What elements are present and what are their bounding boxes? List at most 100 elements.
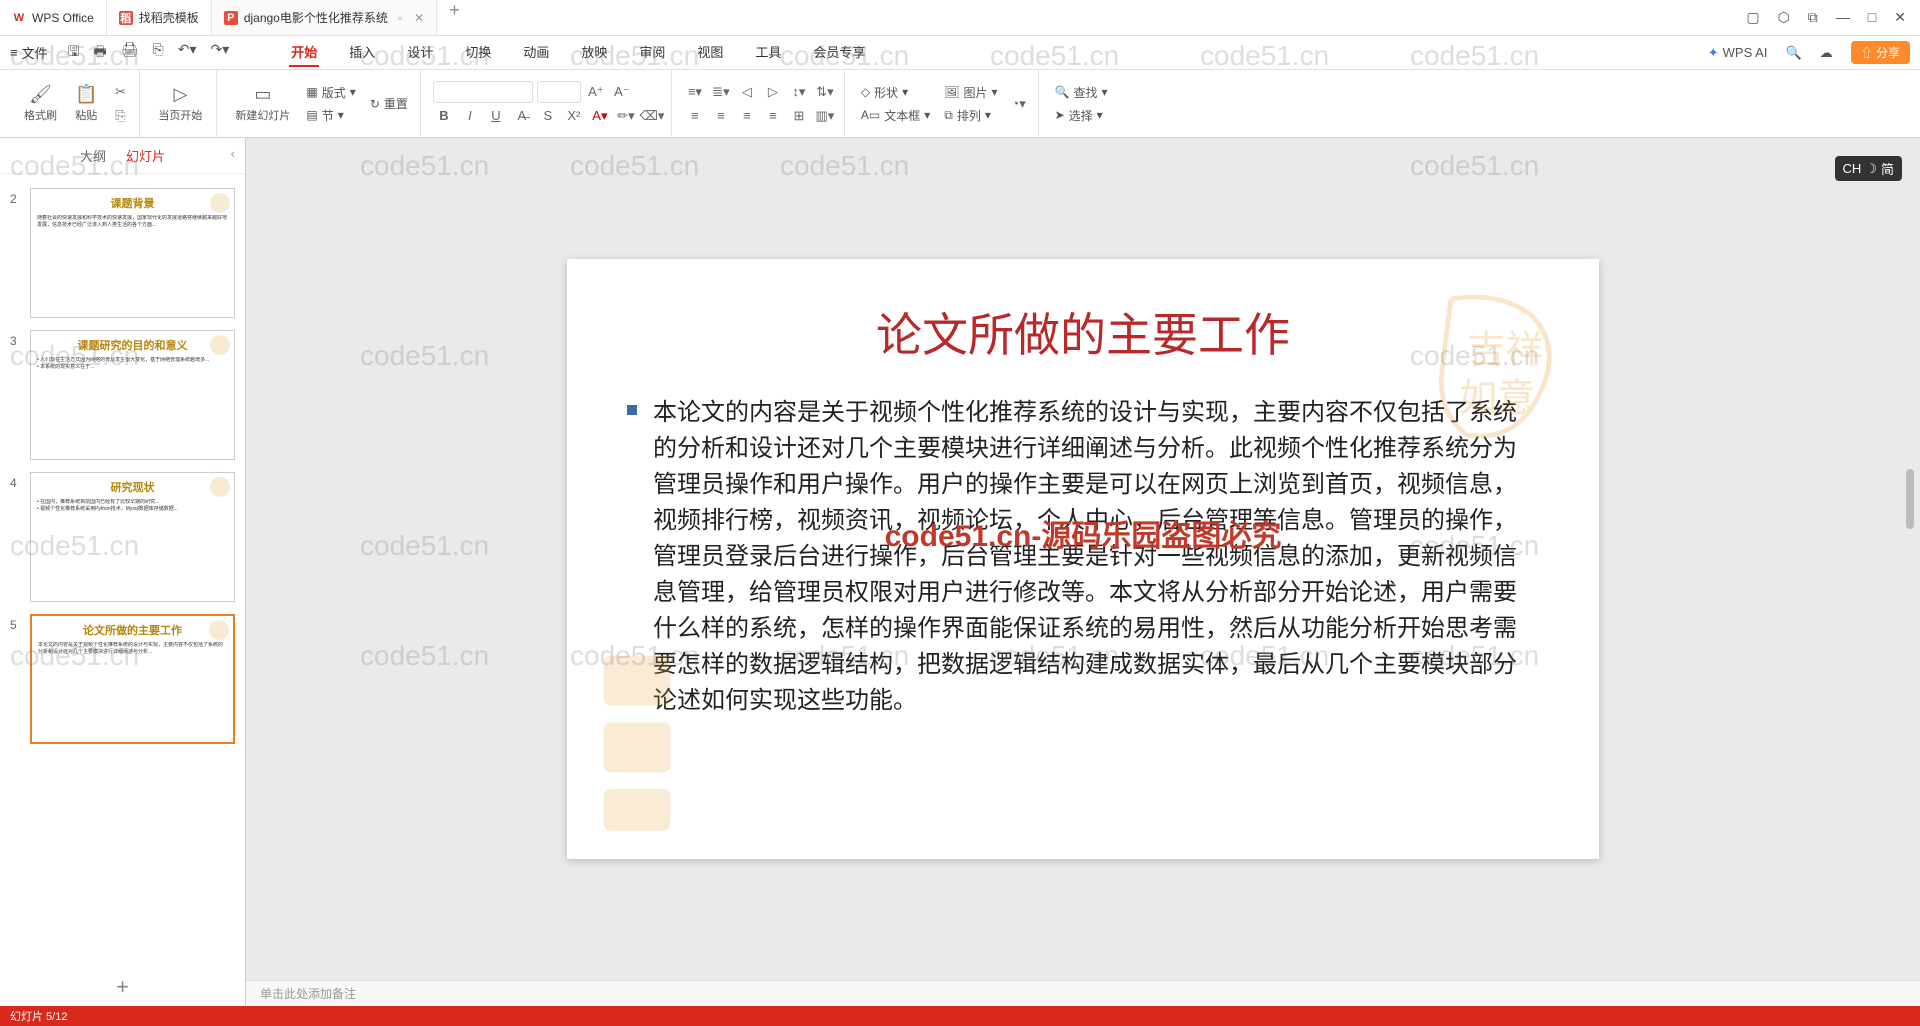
italic-icon[interactable]: I: [459, 105, 481, 127]
align-center-icon[interactable]: ≡: [710, 105, 732, 127]
paste-button[interactable]: 📋粘贴: [69, 80, 103, 127]
print-icon[interactable]: 🖨: [121, 41, 139, 65]
grow-font-icon[interactable]: A⁺: [585, 81, 607, 103]
thumb-list[interactable]: 2 课题背景 随着社会的快速发展和科学技术的快速发展，国家现代化的发展道路将继续…: [0, 174, 245, 968]
thumb-slide[interactable]: 课题研究的目的和意义 • 人们现在生活方式因为网络的普及发生很大变化，基于网络管…: [30, 330, 235, 460]
add-slide-button[interactable]: +: [0, 968, 245, 1006]
slide-title[interactable]: 论文所做的主要工作: [627, 299, 1539, 365]
window-minimize[interactable]: —: [1836, 9, 1850, 26]
superscript-icon[interactable]: X²: [563, 105, 585, 127]
notes-bar[interactable]: 单击此处添加备注: [246, 980, 1920, 1006]
tab-view[interactable]: 视图: [695, 38, 725, 67]
thumb-item[interactable]: 2 课题背景 随着社会的快速发展和科学技术的快速发展，国家现代化的发展道路将继续…: [0, 182, 245, 324]
bold-icon[interactable]: B: [433, 105, 455, 127]
outline-tab[interactable]: 大纲: [80, 146, 106, 165]
clear-format-icon[interactable]: ⌫▾: [641, 105, 663, 127]
slide-canvas[interactable]: 吉祥如意 论文所做的主要工作 本论文的内容是关于视频个性化推荐系统的设计与实现，…: [567, 259, 1599, 859]
font-family-select[interactable]: [433, 81, 533, 103]
slide-body[interactable]: 本论文的内容是关于视频个性化推荐系统的设计与实现，主要内容不仅包括了系统的分析和…: [627, 395, 1539, 719]
window-cube-icon[interactable]: ⬡: [1778, 9, 1790, 26]
window-close[interactable]: ✕: [1894, 9, 1906, 26]
play-from-current-button[interactable]: ▷当页开始: [152, 80, 208, 127]
app-tab-document[interactable]: P django电影个性化推荐系统 ▫ ✕: [212, 0, 437, 35]
tab-review[interactable]: 审阅: [637, 38, 667, 67]
copy-icon[interactable]: ⎘: [109, 105, 131, 127]
app-tab-template[interactable]: 稻 找稻壳模板: [107, 0, 212, 35]
thumb-item[interactable]: 4 研究现状 • 在国内，推荐系统目前国内已经有了比较早期的研究...• 视频个…: [0, 466, 245, 608]
canvas-area[interactable]: 吉祥如意 论文所做的主要工作 本论文的内容是关于视频个性化推荐系统的设计与实现，…: [246, 138, 1920, 980]
bullets-icon[interactable]: ≡▾: [684, 81, 706, 103]
preview-icon[interactable]: ⎘: [153, 41, 164, 65]
tab-transition[interactable]: 切换: [463, 38, 493, 67]
select-button[interactable]: ➤选择▾: [1051, 105, 1112, 126]
reset-button[interactable]: ↻重置: [366, 93, 412, 114]
app-tab-wps[interactable]: W WPS Office: [0, 0, 107, 35]
fill-icon[interactable]: ◔▾: [1008, 93, 1030, 115]
textbox-button[interactable]: A▭文本框▾: [857, 105, 934, 126]
cloud-sync-icon[interactable]: ☁: [1820, 45, 1833, 61]
indent-decrease-icon[interactable]: ◁: [736, 81, 758, 103]
scrollbar-thumb[interactable]: [1906, 469, 1914, 529]
thumb-item[interactable]: 3 课题研究的目的和意义 • 人们现在生活方式因为网络的普及发生很大变化，基于网…: [0, 324, 245, 466]
add-tab-button[interactable]: +: [437, 0, 472, 35]
text-direction-icon[interactable]: ⇅▾: [814, 81, 836, 103]
share-button[interactable]: ⇧ 分享: [1851, 41, 1910, 64]
font-size-select[interactable]: [537, 81, 581, 103]
font-color-icon[interactable]: A▾: [589, 105, 611, 127]
cut-icon[interactable]: ✂: [109, 81, 131, 103]
highlight-icon[interactable]: ✏▾: [615, 105, 637, 127]
picture-button[interactable]: 🖼图片▾: [940, 82, 1001, 103]
thumb-slide-selected[interactable]: 论文所做的主要工作 本论文的内容是关于视频个性化推荐系统的设计与实现，主要内容不…: [30, 614, 235, 744]
align-left-icon[interactable]: ≡: [684, 105, 706, 127]
strikethrough-icon[interactable]: A̶: [511, 105, 533, 127]
tab-member[interactable]: 会员专享: [811, 38, 867, 67]
decoration-icon: [208, 333, 232, 357]
strike-icon[interactable]: S: [537, 105, 559, 127]
decoration-icon: [207, 618, 231, 642]
editor-area: 吉祥如意 论文所做的主要工作 本论文的内容是关于视频个性化推荐系统的设计与实现，…: [246, 138, 1920, 1006]
tab-insert[interactable]: 插入: [347, 38, 377, 67]
undo-icon[interactable]: ↶▾: [178, 41, 197, 65]
numbering-icon[interactable]: ≣▾: [710, 81, 732, 103]
tab-design[interactable]: 设计: [405, 38, 435, 67]
tab-start[interactable]: 开始: [289, 38, 319, 67]
window-cloud-icon[interactable]: ⧉: [1808, 9, 1818, 26]
tab-slideshow[interactable]: 放映: [579, 38, 609, 67]
shape-button[interactable]: ◇形状▾: [857, 82, 934, 103]
file-menu[interactable]: ≡ 文件: [10, 43, 48, 62]
layout-button[interactable]: ▦版式▾: [302, 82, 359, 103]
collapse-panel-icon[interactable]: ‹: [231, 146, 235, 161]
align-right-icon[interactable]: ≡: [736, 105, 758, 127]
redo-icon[interactable]: ↷▾: [211, 41, 230, 65]
slides-tab[interactable]: 幻灯片: [126, 146, 165, 165]
tab-dropdown-icon[interactable]: ▫: [398, 11, 402, 25]
tab-tools[interactable]: 工具: [753, 38, 783, 67]
window-maximize[interactable]: □: [1868, 9, 1876, 26]
tab-close-icon[interactable]: ✕: [414, 11, 424, 25]
thumb-slide[interactable]: 研究现状 • 在国内，推荐系统目前国内已经有了比较早期的研究...• 视频个性化…: [30, 472, 235, 602]
line-spacing-icon[interactable]: ↕▾: [788, 81, 810, 103]
export-icon[interactable]: 🖶: [94, 41, 107, 65]
share-icon: ⇧: [1861, 46, 1873, 60]
save-icon[interactable]: 🖫: [68, 41, 80, 65]
indent-increase-icon[interactable]: ▷: [762, 81, 784, 103]
wps-ai-button[interactable]: ✦ WPS AI: [1708, 45, 1768, 61]
find-button[interactable]: 🔍查找▾: [1051, 82, 1112, 103]
shrink-font-icon[interactable]: A⁻: [611, 81, 633, 103]
section-button[interactable]: ▤节▾: [302, 105, 359, 126]
format-painter-button[interactable]: 🖌格式刷: [18, 80, 63, 127]
slide-body-text[interactable]: 本论文的内容是关于视频个性化推荐系统的设计与实现，主要内容不仅包括了系统的分析和…: [653, 395, 1539, 719]
vertical-scrollbar[interactable]: [1906, 148, 1916, 950]
distribute-icon[interactable]: ⊞: [788, 105, 810, 127]
underline-icon[interactable]: U: [485, 105, 507, 127]
arrange-button[interactable]: ⧉排列▾: [940, 105, 1001, 126]
thumb-item[interactable]: 5 论文所做的主要工作 本论文的内容是关于视频个性化推荐系统的设计与实现，主要内…: [0, 608, 245, 750]
align-justify-icon[interactable]: ≡: [762, 105, 784, 127]
new-slide-button[interactable]: ▭新建幻灯片: [229, 80, 296, 127]
window-grid-icon[interactable]: ▢: [1746, 9, 1759, 26]
columns-icon[interactable]: ▥▾: [814, 105, 836, 127]
tab-animation[interactable]: 动画: [521, 38, 551, 67]
thumb-slide[interactable]: 课题背景 随着社会的快速发展和科学技术的快速发展，国家现代化的发展道路将继续越来…: [30, 188, 235, 318]
search-icon[interactable]: 🔍: [1785, 45, 1801, 61]
bullet-icon: [627, 405, 637, 415]
